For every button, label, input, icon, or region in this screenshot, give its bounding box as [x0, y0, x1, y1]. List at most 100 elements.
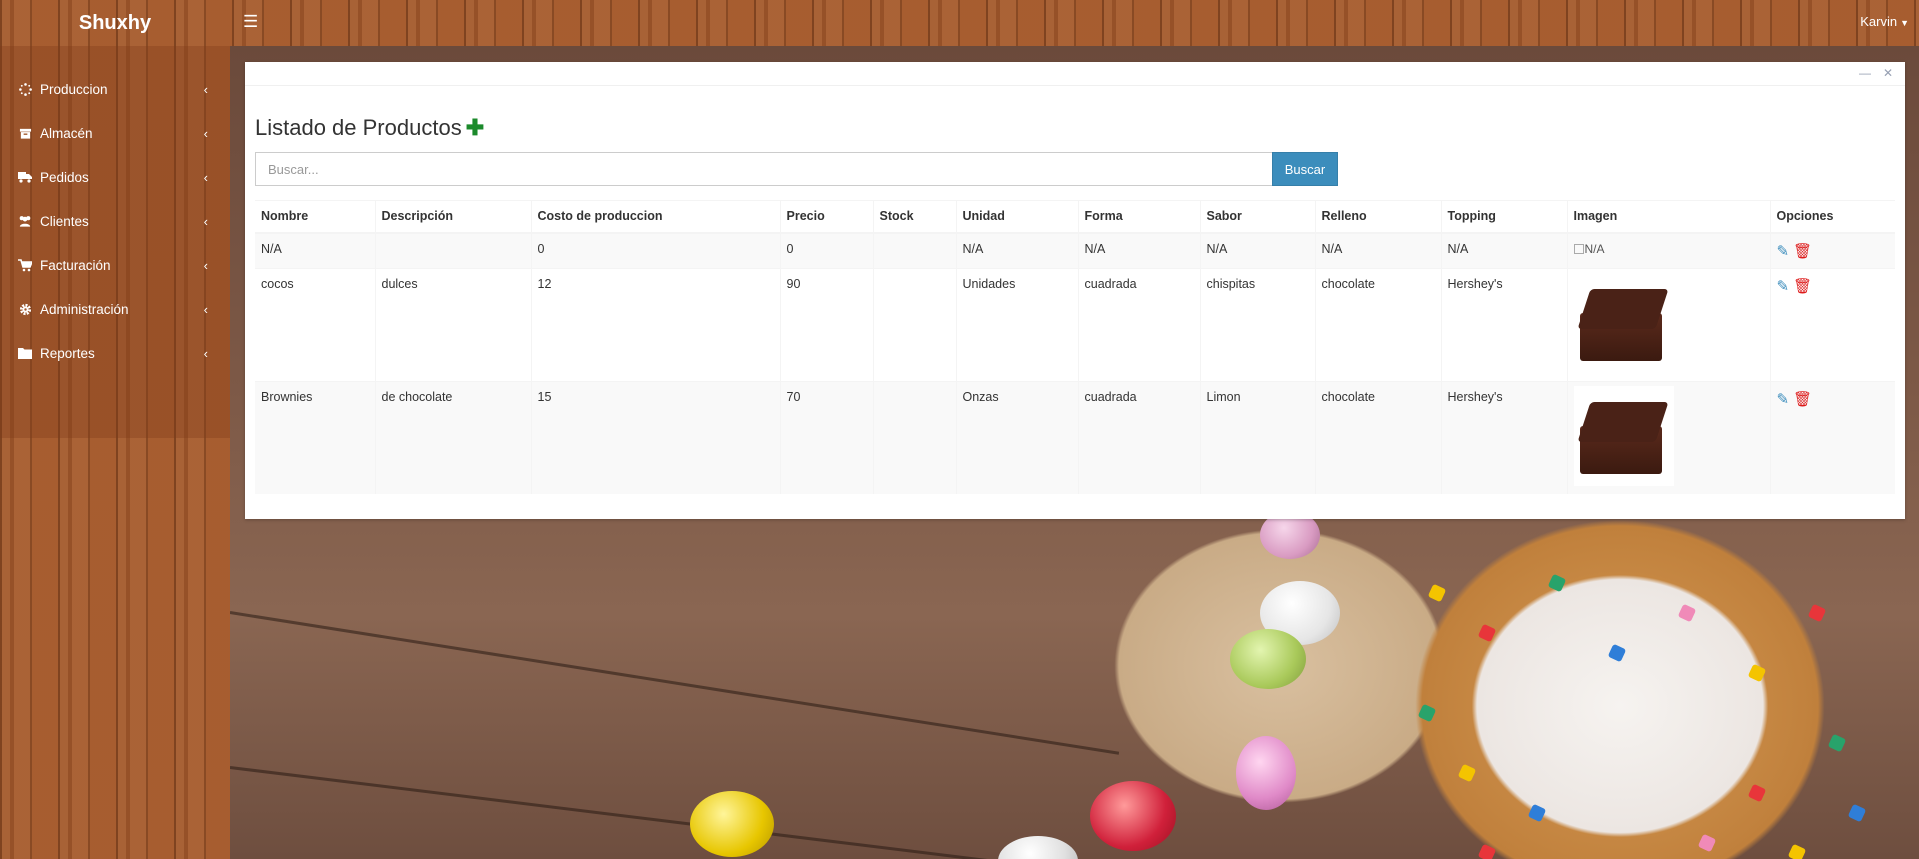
sidebar-item-label: Reportes	[40, 345, 95, 361]
sidebar-item-label: Clientes	[40, 213, 89, 229]
products-panel: —✕ Listado de Productos✚ Buscar Nombre D…	[245, 62, 1905, 519]
cell-descripcion: dulces	[374, 267, 531, 381]
folder-icon	[18, 346, 32, 360]
spinner-icon	[18, 82, 32, 96]
trash-icon[interactable]: 🗑	[1793, 278, 1812, 295]
col-header-sabor[interactable]: Sabor	[1199, 200, 1315, 234]
edit-icon[interactable]: ✎	[1777, 391, 1790, 408]
user-name: Karvin	[1860, 14, 1898, 29]
cell-precio: 0	[779, 232, 873, 268]
broken-image: N/A	[1573, 242, 1605, 256]
col-header-descripcion[interactable]: Descripción	[374, 200, 531, 234]
cell-unidad: N/A	[955, 232, 1078, 268]
minimize-icon[interactable]: —	[1859, 66, 1871, 80]
cell-imagen: N/A	[1566, 232, 1770, 268]
cell-opciones: ✎ 🗑	[1769, 232, 1895, 268]
chevron-left-icon: ‹	[203, 169, 208, 185]
cart-icon	[18, 258, 32, 272]
search-input[interactable]	[255, 152, 1272, 186]
col-header-precio[interactable]: Precio	[779, 200, 873, 234]
cell-unidad: Unidades	[955, 267, 1078, 381]
cell-sabor: N/A	[1199, 232, 1315, 268]
table-row: Brownies de chocolate 15 70 Onzas cuadra…	[255, 380, 1895, 494]
broken-image-icon	[1573, 243, 1584, 254]
col-header-topping[interactable]: Topping	[1440, 200, 1567, 234]
chevron-left-icon: ‹	[203, 301, 208, 317]
trash-icon[interactable]: 🗑	[1793, 243, 1812, 260]
cell-unidad: Onzas	[955, 380, 1078, 494]
cell-costo: 0	[530, 232, 780, 268]
cell-stock	[872, 267, 956, 381]
products-table: Nombre Descripción Costo de produccion P…	[255, 200, 1895, 494]
cell-relleno: chocolate	[1314, 380, 1441, 494]
gear-icon	[18, 302, 32, 316]
truck-icon	[18, 170, 32, 184]
cell-topping: Hershey's	[1440, 267, 1567, 381]
col-header-unidad[interactable]: Unidad	[955, 200, 1078, 234]
archive-icon	[18, 126, 32, 140]
page-title: Listado de Productos ✚	[255, 115, 484, 141]
sidebar-item-label: Almacén	[40, 125, 93, 141]
cell-precio: 70	[779, 380, 873, 494]
cell-relleno: N/A	[1314, 232, 1441, 268]
sidebar-menu: Produccion ‹ Almacén ‹ Pedidos ‹ Cliente…	[0, 46, 230, 438]
edit-icon[interactable]: ✎	[1777, 278, 1790, 295]
search-form: Buscar	[255, 152, 1338, 186]
sidebar-item-label: Administración	[40, 301, 129, 317]
sidebar-item-label: Facturación	[40, 257, 111, 273]
sidebar-item-clientes[interactable]: Clientes ‹	[0, 199, 230, 243]
search-button[interactable]: Buscar	[1272, 152, 1338, 186]
brownie-image	[1573, 385, 1674, 486]
table-header-row: Nombre Descripción Costo de produccion P…	[255, 200, 1895, 234]
cell-forma: cuadrada	[1077, 380, 1200, 494]
cell-costo: 15	[530, 380, 780, 494]
cell-descripcion	[374, 232, 531, 268]
col-header-stock[interactable]: Stock	[872, 200, 956, 234]
cell-sabor: chispitas	[1199, 267, 1315, 381]
cell-nombre: cocos	[255, 267, 375, 381]
col-header-opciones: Opciones	[1769, 200, 1895, 234]
cell-nombre: Brownies	[255, 380, 375, 494]
sidebar-item-produccion[interactable]: Produccion ‹	[0, 67, 230, 111]
cell-opciones: ✎ 🗑	[1769, 380, 1895, 494]
col-header-nombre[interactable]: Nombre	[255, 200, 375, 234]
panel-header: — ✕	[245, 62, 1905, 86]
cell-topping: Hershey's	[1440, 380, 1567, 494]
cell-descripcion: de chocolate	[374, 380, 531, 494]
cell-costo: 12	[530, 267, 780, 381]
table-row: N/A 0 0 N/A N/A N/A N/A N/A N/A ✎ 🗑	[255, 232, 1895, 268]
users-icon	[18, 214, 32, 228]
edit-icon[interactable]: ✎	[1777, 243, 1790, 260]
add-product-icon[interactable]: ✚	[466, 115, 484, 140]
chevron-left-icon: ‹	[203, 257, 208, 273]
page-title-text: Listado de Productos	[255, 115, 462, 140]
trash-icon[interactable]: 🗑	[1793, 391, 1812, 408]
cell-relleno: chocolate	[1314, 267, 1441, 381]
panel-tools: — ✕	[1847, 66, 1893, 80]
menu-toggle-icon[interactable]: ☰	[243, 12, 258, 32]
sidebar-item-label: Produccion	[40, 81, 108, 97]
user-menu[interactable]: Karvin ▼	[1860, 14, 1909, 29]
cell-forma: cuadrada	[1077, 267, 1200, 381]
cell-stock	[872, 232, 956, 268]
cell-opciones: ✎ 🗑	[1769, 267, 1895, 381]
cell-nombre: N/A	[255, 232, 375, 268]
sidebar-item-administracion[interactable]: Administración ‹	[0, 287, 230, 331]
col-header-imagen[interactable]: Imagen	[1566, 200, 1770, 234]
sidebar-item-pedidos[interactable]: Pedidos ‹	[0, 155, 230, 199]
sidebar-item-facturacion[interactable]: Facturación ‹	[0, 243, 230, 287]
chevron-left-icon: ‹	[203, 81, 208, 97]
chevron-left-icon: ‹	[203, 213, 208, 229]
cell-precio: 90	[779, 267, 873, 381]
sidebar: Produccion ‹ Almacén ‹ Pedidos ‹ Cliente…	[0, 46, 230, 859]
col-header-relleno[interactable]: Relleno	[1314, 200, 1441, 234]
sidebar-item-almacen[interactable]: Almacén ‹	[0, 111, 230, 155]
cell-stock	[872, 380, 956, 494]
col-header-costo[interactable]: Costo de produccion	[530, 200, 780, 234]
cell-forma: N/A	[1077, 232, 1200, 268]
brand-logo[interactable]: Shuxhy	[0, 0, 230, 46]
col-header-forma[interactable]: Forma	[1077, 200, 1200, 234]
table-row: cocos dulces 12 90 Unidades cuadrada chi…	[255, 267, 1895, 381]
sidebar-item-reportes[interactable]: Reportes ‹	[0, 331, 230, 375]
close-icon[interactable]: ✕	[1883, 66, 1893, 80]
